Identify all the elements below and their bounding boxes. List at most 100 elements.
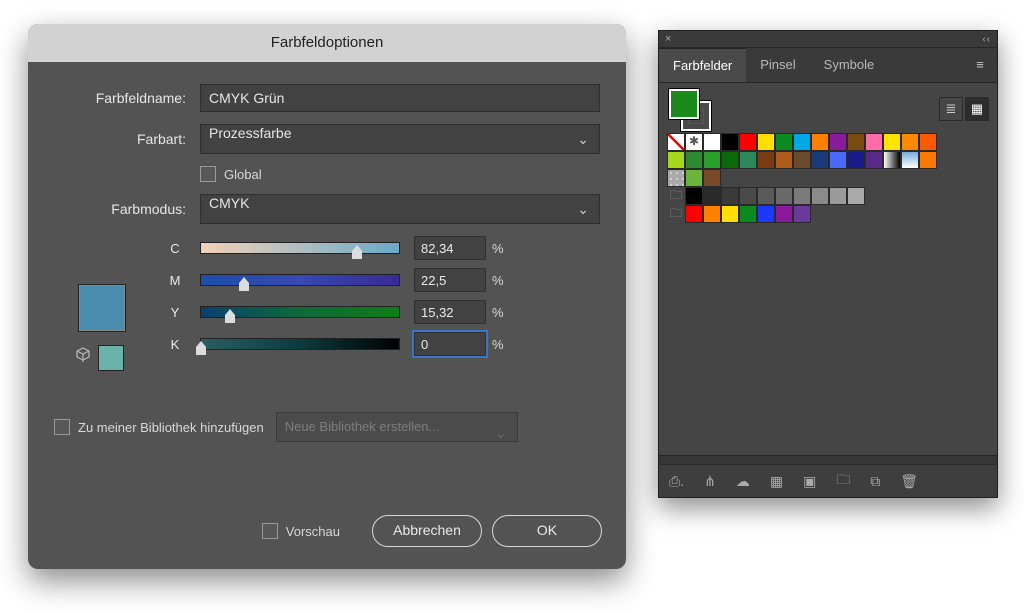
swatch-color[interactable] bbox=[919, 133, 937, 151]
swatch-color[interactable] bbox=[775, 151, 793, 169]
percent-label: % bbox=[492, 337, 504, 352]
swatch-color[interactable] bbox=[883, 133, 901, 151]
Y-slider[interactable] bbox=[200, 306, 400, 318]
panel-menu-icon[interactable]: ≡ bbox=[963, 48, 997, 82]
swatch-color[interactable] bbox=[775, 205, 793, 223]
M-slider[interactable] bbox=[200, 274, 400, 286]
K-value-input[interactable] bbox=[414, 332, 486, 356]
new-swatch-icon[interactable]: ⧉ bbox=[870, 473, 880, 490]
cloud-icon[interactable]: ☁ bbox=[736, 473, 750, 490]
swatch-grid: 🗀🗀 bbox=[659, 133, 997, 223]
grid-view-button[interactable]: ▦ bbox=[965, 97, 989, 121]
swatch-color[interactable] bbox=[847, 151, 865, 169]
swatch-color[interactable] bbox=[775, 133, 793, 151]
swatch-color[interactable] bbox=[793, 133, 811, 151]
swatch-color[interactable] bbox=[829, 133, 847, 151]
swatch-color[interactable] bbox=[703, 187, 721, 205]
swatch-color[interactable] bbox=[793, 205, 811, 223]
tab-symbols[interactable]: Symbole bbox=[810, 48, 889, 82]
swatch-name-input[interactable] bbox=[200, 84, 600, 112]
swatch-color[interactable] bbox=[865, 133, 883, 151]
swatch-color[interactable] bbox=[739, 133, 757, 151]
swatch-color[interactable] bbox=[739, 205, 757, 223]
swatch-color[interactable] bbox=[703, 133, 721, 151]
swatch-color[interactable] bbox=[811, 187, 829, 205]
color-mode-select[interactable]: CMYK ⌄ bbox=[200, 194, 600, 224]
color-type-select[interactable]: Prozessfarbe ⌄ bbox=[200, 124, 600, 154]
color-mode-value: CMYK bbox=[209, 195, 249, 211]
swatch-preview-small bbox=[98, 345, 124, 371]
dialog-title: Farbfeldoptionen bbox=[28, 24, 626, 62]
fill-stroke-indicator[interactable] bbox=[669, 89, 709, 129]
swatch-color[interactable] bbox=[721, 205, 739, 223]
swatch-color[interactable] bbox=[793, 187, 811, 205]
swatch-color[interactable] bbox=[685, 187, 703, 205]
swatch-color[interactable] bbox=[685, 169, 703, 187]
swatch-color[interactable] bbox=[739, 187, 757, 205]
swatch-color[interactable] bbox=[811, 151, 829, 169]
M-value-input[interactable] bbox=[414, 268, 486, 292]
swatch-color[interactable] bbox=[703, 151, 721, 169]
swatch-preview-large bbox=[78, 284, 126, 332]
K-slider[interactable] bbox=[200, 338, 400, 350]
C-value-input[interactable] bbox=[414, 236, 486, 260]
swatch-options-icon[interactable]: ▦ bbox=[770, 473, 783, 490]
swatch-color[interactable] bbox=[721, 187, 739, 205]
tab-brushes[interactable]: Pinsel bbox=[746, 48, 809, 82]
swatch-color[interactable] bbox=[757, 133, 775, 151]
slider-knob[interactable] bbox=[352, 251, 362, 259]
color-group-folder[interactable]: 🗀 bbox=[667, 205, 685, 223]
trash-icon[interactable]: 🗑 bbox=[900, 473, 918, 490]
slider-knob[interactable] bbox=[196, 347, 206, 355]
close-icon[interactable]: × bbox=[665, 33, 671, 45]
Y-value-input[interactable] bbox=[414, 300, 486, 324]
swatch-color[interactable] bbox=[901, 133, 919, 151]
swatch-color[interactable] bbox=[703, 205, 721, 223]
tab-swatches[interactable]: Farbfelder bbox=[659, 48, 746, 82]
color-group-folder[interactable]: 🗀 bbox=[667, 187, 685, 205]
global-checkbox[interactable] bbox=[200, 166, 216, 182]
swatch-color[interactable] bbox=[919, 151, 937, 169]
swatch-gradient[interactable] bbox=[883, 151, 901, 169]
show-kinds-icon[interactable]: ⋔ bbox=[704, 473, 716, 490]
ok-button[interactable]: OK bbox=[492, 515, 602, 547]
preview-checkbox[interactable] bbox=[262, 523, 278, 539]
swatch-color[interactable] bbox=[847, 187, 865, 205]
swatch-color[interactable] bbox=[721, 133, 739, 151]
preview-label: Vorschau bbox=[286, 524, 340, 539]
C-slider[interactable] bbox=[200, 242, 400, 254]
swatch-color[interactable] bbox=[685, 151, 703, 169]
swatch-none[interactable] bbox=[667, 133, 685, 151]
cancel-button[interactable]: Abbrechen bbox=[372, 515, 482, 547]
collapse-icon[interactable]: ‹‹ bbox=[982, 34, 991, 45]
swatch-color[interactable] bbox=[829, 187, 847, 205]
new-folder-icon[interactable]: 🗀 bbox=[836, 469, 850, 493]
list-view-button[interactable]: ≣ bbox=[939, 97, 963, 121]
swatch-color[interactable] bbox=[757, 151, 775, 169]
swatch-options-dialog: Farbfeldoptionen Farbfeldname: Farbart: … bbox=[28, 24, 626, 569]
swatch-color[interactable] bbox=[667, 151, 685, 169]
slider-knob[interactable] bbox=[239, 283, 249, 291]
library-select: Neue Bibliothek erstellen... ⌄ bbox=[276, 412, 518, 442]
swatch-color[interactable] bbox=[775, 187, 793, 205]
swatch-color[interactable] bbox=[703, 169, 721, 187]
swatch-color[interactable] bbox=[793, 151, 811, 169]
swatch-color[interactable] bbox=[685, 205, 703, 223]
swatch-color[interactable] bbox=[757, 205, 775, 223]
swatch-pattern[interactable] bbox=[667, 169, 685, 187]
swatch-color[interactable] bbox=[829, 151, 847, 169]
swatch-gradient[interactable] bbox=[901, 151, 919, 169]
color-group-icon[interactable]: ▣ bbox=[803, 473, 816, 490]
swatch-color[interactable] bbox=[865, 151, 883, 169]
swatch-color[interactable] bbox=[721, 151, 739, 169]
swatch-color[interactable] bbox=[739, 151, 757, 169]
libraries-icon[interactable]: ⎙. bbox=[669, 473, 684, 490]
swatch-color[interactable] bbox=[811, 133, 829, 151]
slider-knob[interactable] bbox=[225, 315, 235, 323]
swatch-color[interactable] bbox=[847, 133, 865, 151]
swatch-color[interactable] bbox=[757, 187, 775, 205]
fill-swatch[interactable] bbox=[669, 89, 699, 119]
panel-grip[interactable]: × ‹‹ bbox=[659, 31, 997, 48]
add-to-library-checkbox[interactable] bbox=[54, 419, 70, 435]
swatch-registration[interactable] bbox=[685, 133, 703, 151]
